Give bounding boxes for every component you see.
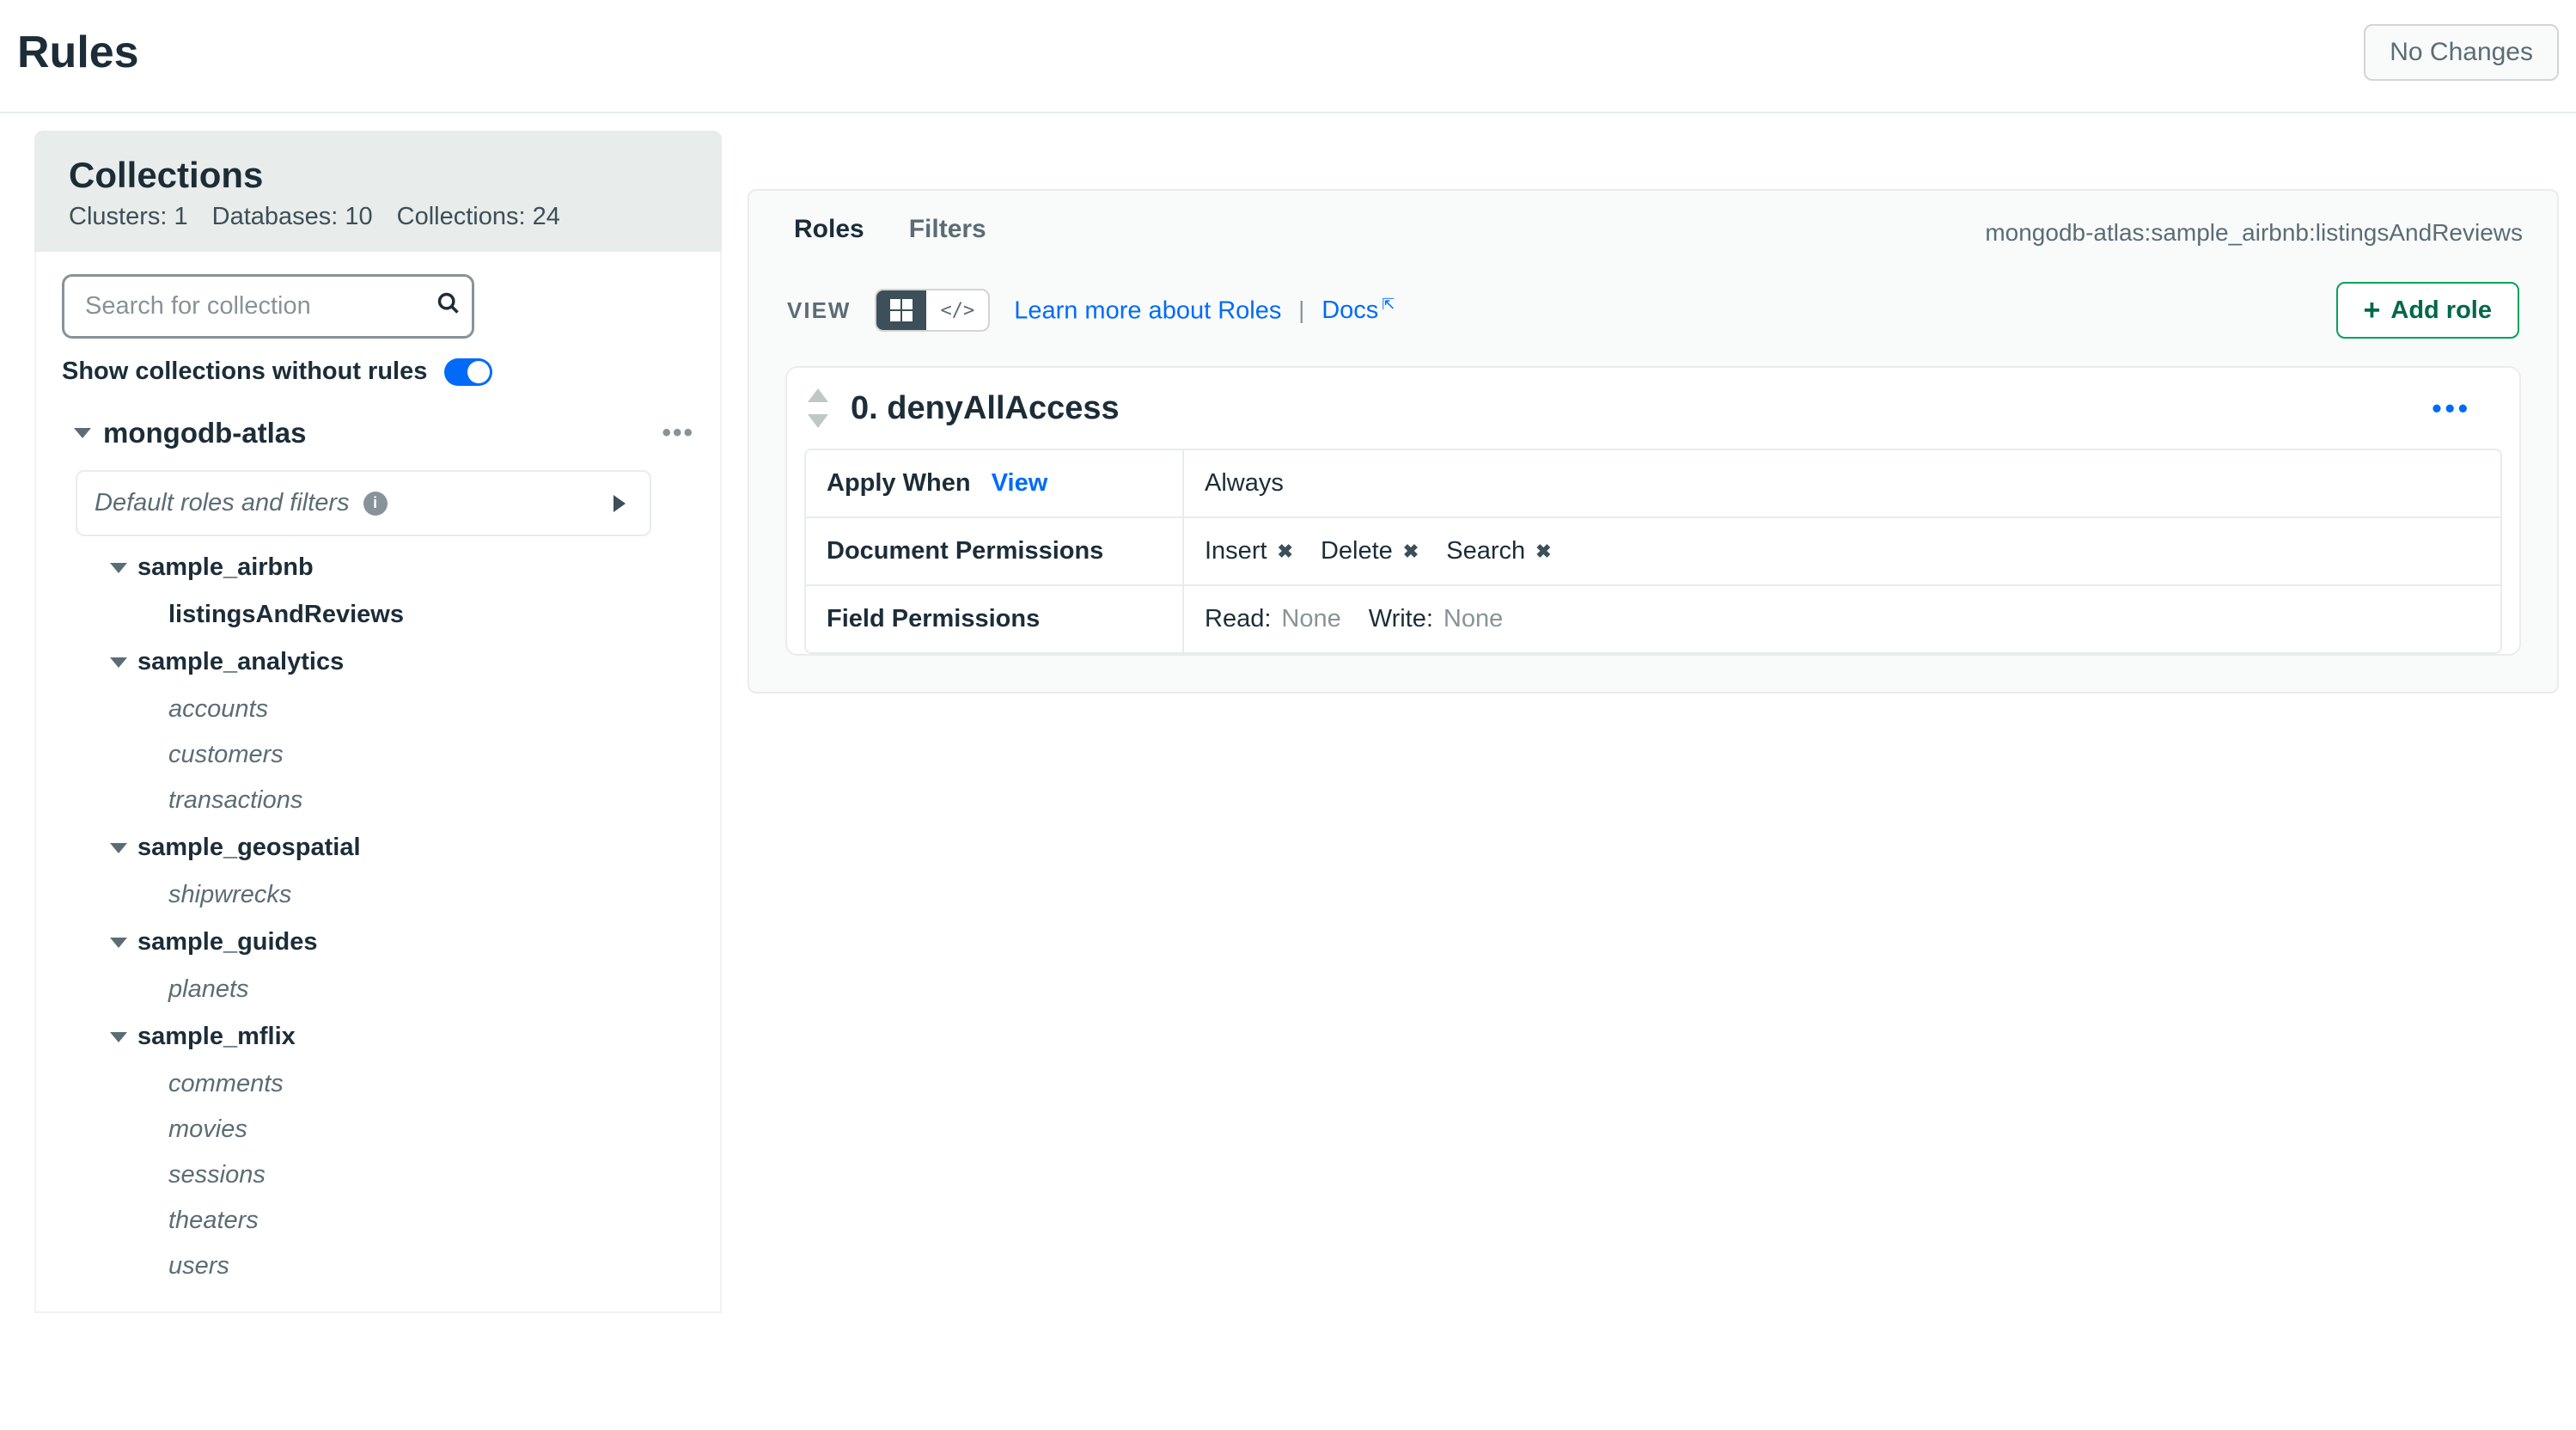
coll-users[interactable]: users <box>62 1244 694 1289</box>
role-menu-icon[interactable]: ••• <box>2432 393 2471 425</box>
apply-when-view-link[interactable]: View <box>992 469 1048 497</box>
search-input[interactable] <box>62 274 474 339</box>
triangle-down-icon[interactable] <box>808 414 828 428</box>
coll-comments[interactable]: comments <box>62 1061 694 1107</box>
clusters-label: Clusters: <box>69 203 167 230</box>
write-perm: Write: None <box>1369 605 1504 633</box>
triangle-up-icon[interactable] <box>808 388 828 402</box>
db-row-sample-analytics[interactable]: sample_analytics <box>62 638 694 687</box>
datasource-name: mongodb-atlas <box>103 417 307 449</box>
db-name: sample_geospatial <box>137 834 361 862</box>
sidebar-header: Collections Clusters: 1 Databases: 10 Co… <box>34 131 722 252</box>
table-row: Field Permissions Read: None Write: None <box>806 586 2500 652</box>
chevron-down-icon <box>110 843 127 853</box>
sidebar-title: Collections <box>69 155 687 196</box>
default-roles-label: Default roles and filters <box>95 489 350 517</box>
perm-search: Search ✖ <box>1446 537 1551 565</box>
add-role-label: Add role <box>2390 296 2492 325</box>
page-title: Rules <box>17 27 139 78</box>
datasource-row[interactable]: mongodb-atlas ••• <box>36 393 720 465</box>
toggle-label: Show collections without rules <box>62 358 427 386</box>
view-label: VIEW <box>787 297 851 324</box>
db-name: sample_guides <box>137 928 318 956</box>
code-icon: </> <box>940 300 974 321</box>
coll-listingsAndReviews[interactable]: listingsAndReviews <box>62 592 694 638</box>
db-row-sample-geospatial[interactable]: sample_geospatial <box>62 823 694 872</box>
docs-link[interactable]: Docs⇱ <box>1322 296 1395 324</box>
x-icon: ✖ <box>1278 541 1293 563</box>
plus-icon: + <box>2364 296 2381 325</box>
db-row-sample-mflix[interactable]: sample_mflix <box>62 1012 694 1061</box>
collections-value: 24 <box>533 203 560 230</box>
sidebar: Collections Clusters: 1 Databases: 10 Co… <box>0 113 722 1313</box>
grid-icon <box>890 299 913 321</box>
apply-when-value: Always <box>1184 450 2500 518</box>
link-divider: | <box>1298 296 1304 323</box>
default-roles-row[interactable]: Default roles and filters i <box>76 470 651 536</box>
db-name: sample_mflix <box>137 1023 296 1051</box>
coll-accounts[interactable]: accounts <box>62 687 694 732</box>
db-name: sample_airbnb <box>137 553 314 582</box>
coll-theaters[interactable]: theaters <box>62 1198 694 1244</box>
chevron-down-icon <box>110 563 127 573</box>
table-row: Apply When View Always <box>806 450 2500 518</box>
sidebar-stats: Clusters: 1 Databases: 10 Collections: 2… <box>69 203 687 231</box>
clusters-value: 1 <box>174 203 187 230</box>
view-code-button[interactable]: </> <box>926 290 988 330</box>
collections-label: Collections: <box>397 203 526 230</box>
chevron-down-icon <box>74 428 91 438</box>
coll-shipwrecks[interactable]: shipwrecks <box>62 872 694 918</box>
view-toggle: </> <box>875 289 990 332</box>
field-perms-label: Field Permissions <box>806 586 1184 652</box>
apply-when-label: Apply When <box>827 469 971 497</box>
breadcrumb: mongodb-atlas:sample_airbnb:listingsAndR… <box>1985 219 2523 247</box>
table-row: Document Permissions Insert ✖ Delete ✖ S… <box>806 518 2500 586</box>
role-title: 0. denyAllAccess <box>851 390 1120 427</box>
tab-roles[interactable]: Roles <box>794 215 864 251</box>
add-role-button[interactable]: + Add role <box>2336 282 2519 339</box>
show-without-rules-toggle[interactable] <box>444 358 492 386</box>
chevron-down-icon <box>110 938 127 948</box>
chevron-down-icon <box>110 657 127 668</box>
coll-customers[interactable]: customers <box>62 732 694 778</box>
x-icon: ✖ <box>1535 541 1551 563</box>
datasource-menu-icon[interactable]: ••• <box>662 419 694 448</box>
role-card: 0. denyAllAccess ••• Apply When View Alw… <box>787 368 2519 654</box>
coll-sessions[interactable]: sessions <box>62 1152 694 1198</box>
chevron-down-icon <box>110 1032 127 1042</box>
coll-transactions[interactable]: transactions <box>62 778 694 823</box>
coll-movies[interactable]: movies <box>62 1107 694 1152</box>
main-content: Roles Filters mongodb-atlas:sample_airbn… <box>722 113 2576 694</box>
role-table: Apply When View Always Document Permissi… <box>804 449 2502 654</box>
db-row-sample-airbnb[interactable]: sample_airbnb <box>62 543 694 592</box>
chevron-right-icon <box>613 495 626 512</box>
no-changes-button: No Changes <box>2364 24 2559 81</box>
db-row-sample-guides[interactable]: sample_guides <box>62 918 694 967</box>
view-grid-button[interactable] <box>876 290 926 330</box>
databases-value: 10 <box>345 203 372 230</box>
search-icon[interactable] <box>436 291 461 322</box>
perm-insert: Insert ✖ <box>1205 537 1293 565</box>
databases-label: Databases: <box>212 203 339 230</box>
external-link-icon: ⇱ <box>1382 296 1395 313</box>
x-icon: ✖ <box>1403 541 1419 563</box>
read-perm: Read: None <box>1205 605 1341 633</box>
tab-filters[interactable]: Filters <box>909 215 986 251</box>
doc-perms-label: Document Permissions <box>806 518 1184 586</box>
role-reorder <box>808 388 828 428</box>
db-name: sample_analytics <box>137 648 344 676</box>
coll-planets[interactable]: planets <box>62 967 694 1012</box>
perm-delete: Delete ✖ <box>1321 537 1419 565</box>
learn-more-link[interactable]: Learn more about Roles <box>1014 296 1281 324</box>
info-icon[interactable]: i <box>363 492 388 516</box>
